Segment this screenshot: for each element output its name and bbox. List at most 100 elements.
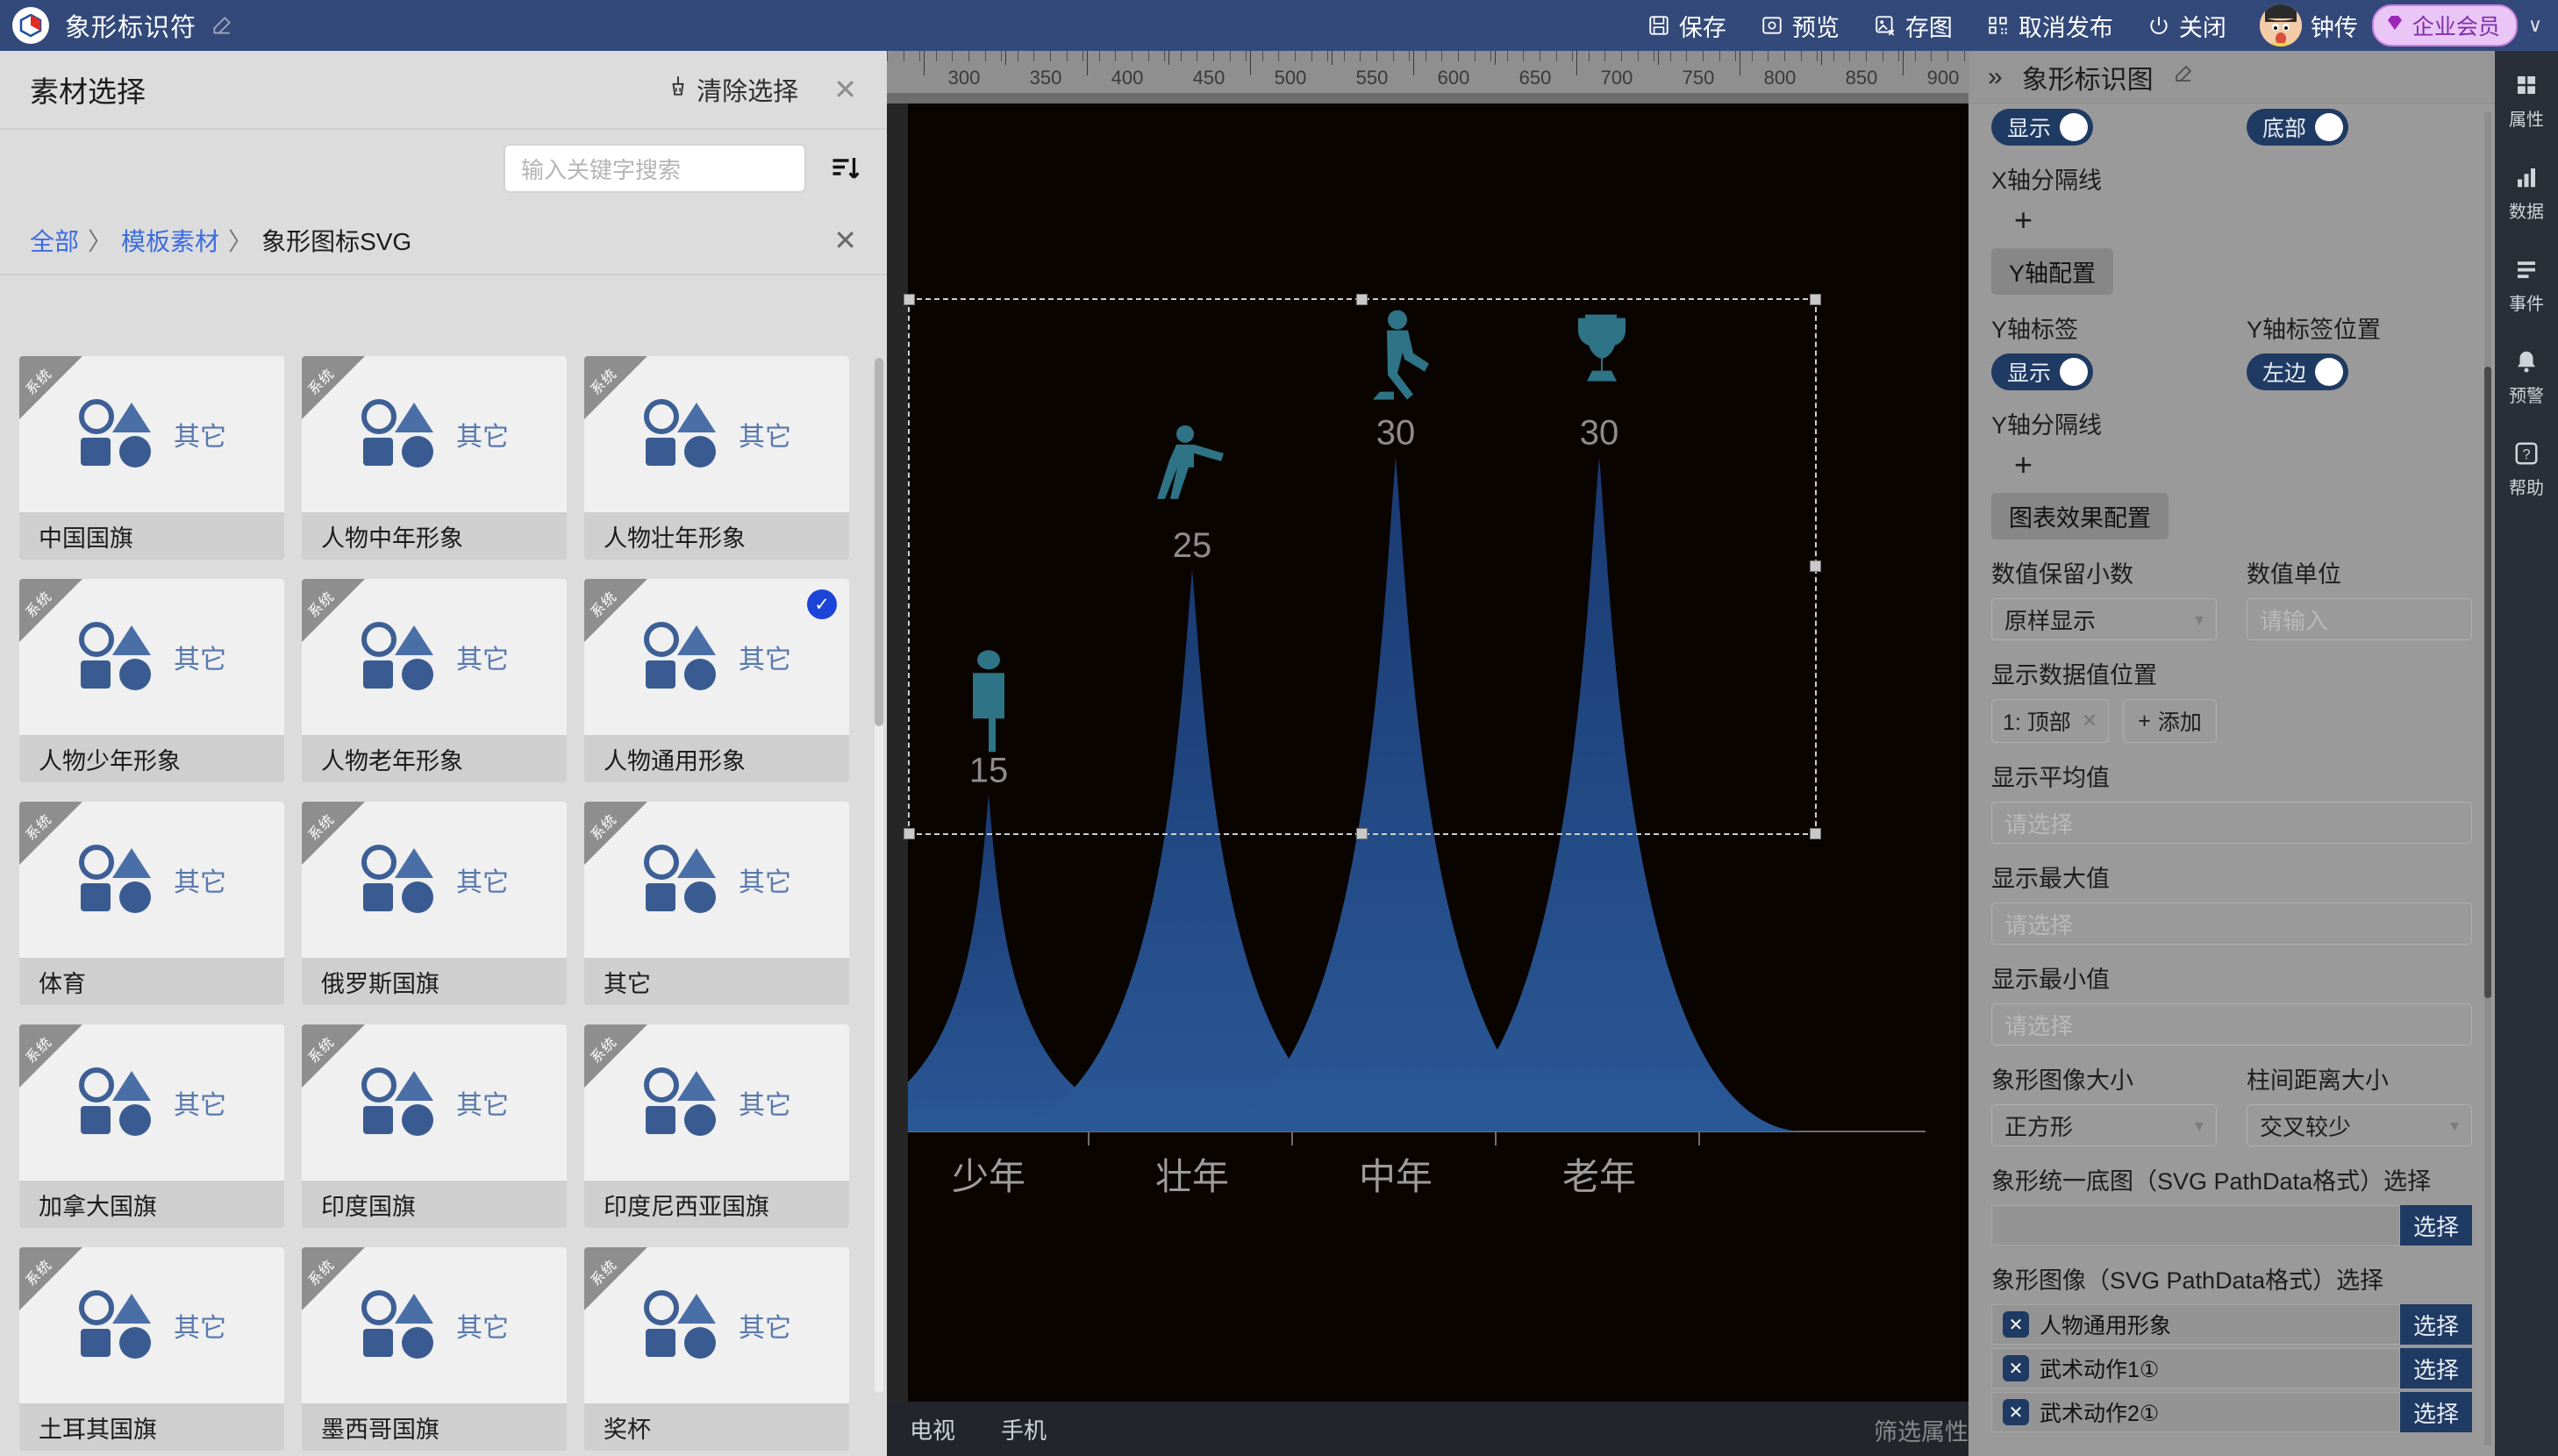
material-thumbnail: 系统 其它 [584, 802, 849, 958]
material-card[interactable]: 系统 其它 体育 [19, 802, 284, 1005]
rail-item-help[interactable]: ? 帮助 [2509, 439, 2544, 499]
unpublish-icon [1986, 13, 2011, 38]
pictogram-image-value: ✕ 武术动作2① [1991, 1392, 2400, 1432]
chart-value-label: 15 [969, 751, 1009, 789]
material-card[interactable]: 系统 其它 加拿大国旗 [19, 1024, 284, 1228]
rail-item-event[interactable]: 事件 [2509, 254, 2544, 315]
y-axis-label-toggle-text: 显示 [2007, 361, 2052, 386]
save-button[interactable]: 保存 [1647, 9, 1726, 43]
decimal-select[interactable]: 原样显示 ▾ [1991, 598, 2217, 640]
ruler-tick-label: 550 [1355, 67, 1389, 89]
remove-pictogram-icon[interactable]: ✕ [2003, 1399, 2029, 1425]
y-axis-label-position-toggle[interactable]: 左边 [2247, 353, 2349, 390]
pictogram-image-select-button[interactable]: 选择 [2400, 1304, 2472, 1345]
material-card-grid: 系统 其它 中国国旗 系统 其它 人物中年形象 系统 其它 人物壮年形象 系统 其它 人物少年形象 系统… [0, 344, 887, 1456]
material-card[interactable]: 系统 其它 人物老年形象 [302, 579, 567, 782]
base-image-select-button[interactable]: 选择 [2400, 1205, 2472, 1245]
avatar[interactable] [2259, 4, 2302, 46]
placeholder-shapes-icon [360, 622, 440, 692]
properties-scrollbar-thumb[interactable] [2484, 367, 2491, 998]
material-thumbnail: 系统 其它 [19, 1024, 284, 1181]
material-card[interactable]: 系统 其它 墨西哥国旗 [302, 1247, 567, 1451]
chart-stage[interactable]: 15 25 30 30 少年 壮年 中年 老年 [908, 103, 1971, 1402]
maximum-select[interactable]: 请选择 [1991, 903, 2472, 945]
remove-pictogram-icon[interactable]: ✕ [2003, 1311, 2029, 1338]
material-card[interactable]: 系统 其它 人物壮年形象 [584, 356, 849, 560]
material-card[interactable]: 系统 其它 土耳其国旗 [19, 1247, 284, 1451]
unpublish-button[interactable]: 取消发布 [1986, 9, 2113, 43]
x-axis-label-toggle[interactable]: 显示 [1991, 109, 2094, 146]
page-title: 象形标识符 [65, 14, 197, 42]
rail-item-properties[interactable]: 属性 [2509, 70, 2544, 131]
clear-selection-button[interactable]: 清除选择 [667, 71, 798, 108]
average-select[interactable]: 请选择 [1991, 802, 2472, 844]
y-axis-label-toggle[interactable]: 显示 [1991, 353, 2094, 390]
material-card[interactable]: 系统 其它 ✓ 人物通用形象 [584, 579, 849, 782]
material-card-label: 奖杯 [584, 1403, 849, 1451]
export-image-button[interactable]: 存图 [1873, 9, 1953, 43]
sort-icon[interactable] [829, 153, 861, 184]
placeholder-shapes-icon [642, 1067, 723, 1138]
pictorial-bar-chart: 15 25 30 30 少年 壮年 中年 老年 [908, 310, 1926, 1197]
material-card[interactable]: 系统 其它 其它 [584, 802, 849, 1005]
pencil-icon[interactable] [2173, 63, 2194, 90]
datalabel-add-button[interactable]: + 添加 [2123, 699, 2217, 743]
pictogram-image-select-button[interactable]: 选择 [2400, 1348, 2472, 1388]
y-axis-split-add-button[interactable]: + [2014, 449, 2472, 481]
material-card[interactable]: 系统 其它 印度国旗 [302, 1024, 567, 1228]
data-icon [2512, 162, 2541, 192]
material-scrollbar-thumb[interactable] [875, 358, 883, 726]
clear-selection-label: 清除选择 [697, 78, 799, 106]
base-image-picker[interactable]: 选择 [1991, 1205, 2472, 1245]
x-axis-label-position-toggle[interactable]: 底部 [2247, 109, 2349, 146]
breadcrumb-close-icon[interactable]: ✕ [833, 224, 857, 257]
breadcrumb-item-templates[interactable]: 模板素材 [121, 223, 219, 258]
pictogram-image-row[interactable]: ✕ 武术动作2① 选择 [1991, 1392, 2472, 1432]
preview-button[interactable]: 预览 [1760, 9, 1840, 43]
close-icon[interactable]: ✕ [833, 75, 857, 103]
remove-tag-icon[interactable]: ✕ [2082, 710, 2097, 732]
pictogram-image-row[interactable]: ✕ 人物通用形象 选择 [1991, 1304, 2472, 1345]
x-axis-split-add-button[interactable]: + [2014, 204, 2472, 236]
ruler-tick-label: 450 [1192, 67, 1225, 89]
pictogram-image-name: 武术动作1① [2040, 1358, 2160, 1382]
material-card[interactable]: 系统 其它 人物中年形象 [302, 356, 567, 560]
material-card[interactable]: 系统 其它 人物少年形象 [19, 579, 284, 782]
rail-item-alert[interactable]: 预警 [2509, 346, 2544, 407]
search-input[interactable]: 输入关键字搜索 [504, 144, 806, 193]
pictogram-size-value: 正方形 [2004, 1113, 2074, 1140]
remove-pictogram-icon[interactable]: ✕ [2003, 1355, 2029, 1381]
material-scrollbar[interactable] [875, 358, 883, 1393]
material-card-label: 体育 [19, 958, 284, 1005]
pictogram-size-select[interactable]: 正方形 ▾ [1991, 1104, 2217, 1146]
bar-gap-select[interactable]: 交叉较少 ▾ [2247, 1104, 2472, 1146]
vip-badge[interactable]: 企业会员 [2371, 4, 2518, 46]
tab-mobile[interactable]: 手机 [978, 1413, 1069, 1445]
material-thumbnail: 系统 其它 [302, 1024, 567, 1181]
y-axis-section-button[interactable]: Y轴配置 [1991, 248, 2114, 295]
material-card[interactable]: 系统 其它 俄罗斯国旗 [302, 802, 567, 1005]
tab-tv[interactable]: 电视 [887, 1413, 978, 1445]
pencil-icon[interactable] [211, 14, 233, 37]
unit-input[interactable]: 请输入 [2247, 598, 2472, 640]
rail-item-data[interactable]: 数据 [2509, 162, 2544, 223]
save-label: 保存 [1678, 14, 1726, 41]
material-thumbnail-caption: 其它 [174, 423, 226, 452]
datalabel-position-tag[interactable]: 1: 顶部 ✕ [1991, 699, 2110, 743]
chart-effect-section-button[interactable]: 图表效果配置 [1991, 493, 2169, 539]
material-card[interactable]: 系统 其它 奖杯 [584, 1247, 849, 1451]
material-card[interactable]: 系统 其它 印度尼西亚国旗 [584, 1024, 849, 1228]
breadcrumb-item-all[interactable]: 全部 [30, 223, 79, 258]
chevron-double-right-icon[interactable]: » [1988, 62, 2003, 92]
selected-check-icon[interactable]: ✓ [807, 589, 837, 619]
properties-scrollbar[interactable] [2484, 112, 2491, 1445]
chart-value-label: 30 [1580, 414, 1619, 453]
pictogram-image-select-button[interactable]: 选择 [2400, 1392, 2472, 1432]
event-icon [2512, 254, 2541, 284]
chevron-down-icon[interactable]: ∨ [2528, 14, 2542, 37]
pictogram-image-row[interactable]: ✕ 武术动作1① 选择 [1991, 1348, 2472, 1388]
close-button[interactable]: 关闭 [2147, 9, 2226, 43]
material-card[interactable]: 系统 其它 中国国旗 [19, 356, 284, 560]
diamond-icon [2384, 12, 2405, 39]
minimum-select[interactable]: 请选择 [1991, 1003, 2472, 1046]
